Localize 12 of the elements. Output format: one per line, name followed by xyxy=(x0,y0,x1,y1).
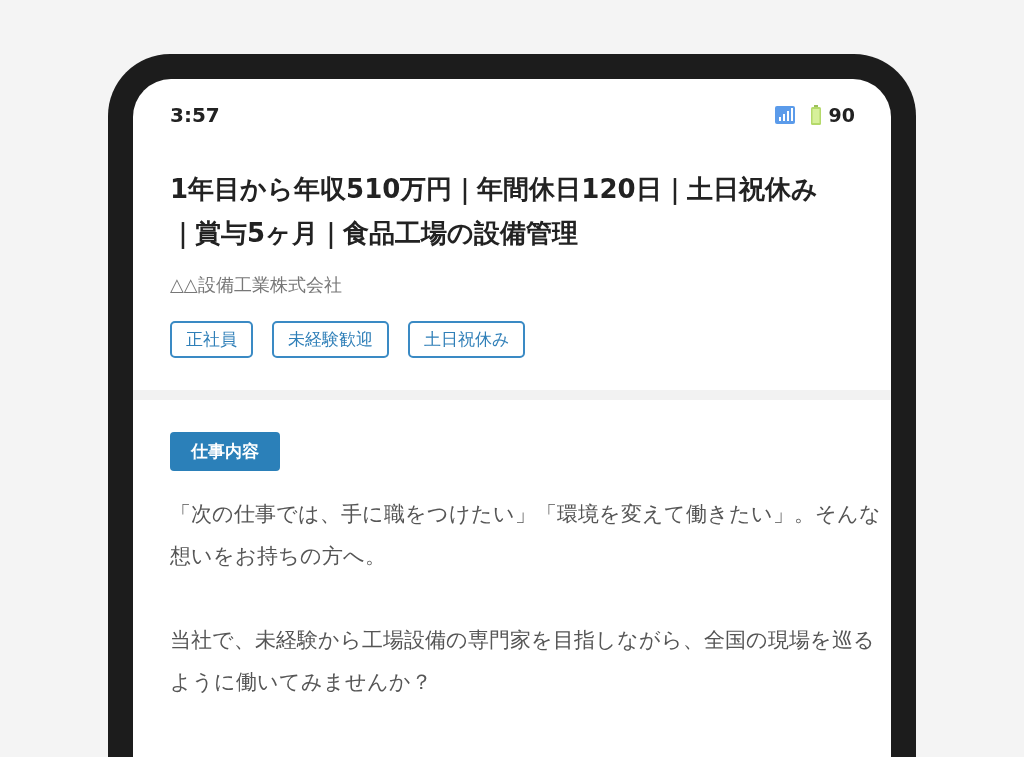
job-title: 1年目から年収510万円｜年間休日120日｜土日祝休み｜賞与5ヶ月｜食品工場の設備管理 xyxy=(170,173,819,251)
job-tag: 土日祝休み xyxy=(408,321,525,358)
job-tag: 未経験歓迎 xyxy=(272,321,389,358)
job-tag: 正社員 xyxy=(170,321,253,358)
section-heading: 仕事内容 xyxy=(170,432,280,471)
description-paragraph: 「次の仕事では、手に職をつけたい」「環境を変えて働きたい」。そんな想いをお持ちの方へ。 xyxy=(170,501,882,570)
signal-icon xyxy=(774,106,795,124)
battery-icon xyxy=(810,105,821,125)
status-time: 3:57 xyxy=(170,103,220,127)
battery-level: 90 xyxy=(828,104,855,126)
description-paragraph: 当社で、未経験から工場設備の専門家を目指しながら、全国の現場を巡るように働いてみませんか？ xyxy=(170,627,876,696)
company-name: △△設備工業株式会社 xyxy=(170,273,343,297)
